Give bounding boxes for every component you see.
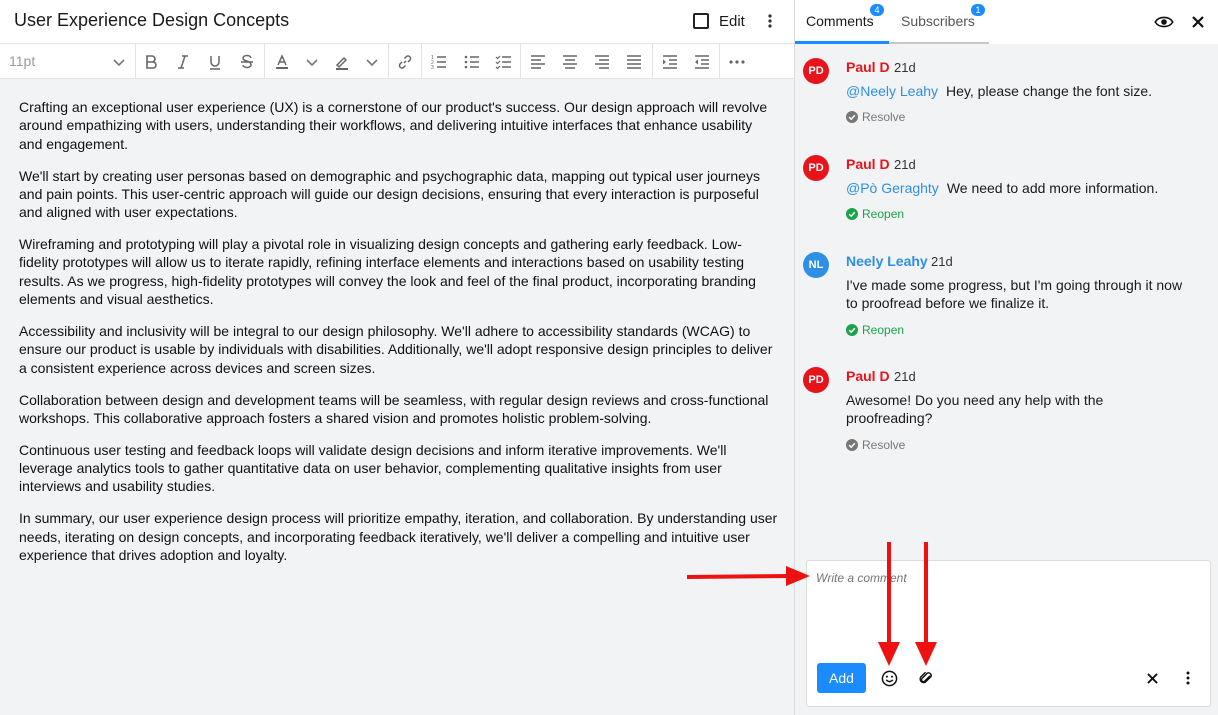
arrow-to-emoji [878, 542, 900, 666]
annotation-arrows [686, 542, 937, 666]
arrow-to-attachment [915, 542, 937, 666]
arrow-to-input [686, 566, 810, 586]
